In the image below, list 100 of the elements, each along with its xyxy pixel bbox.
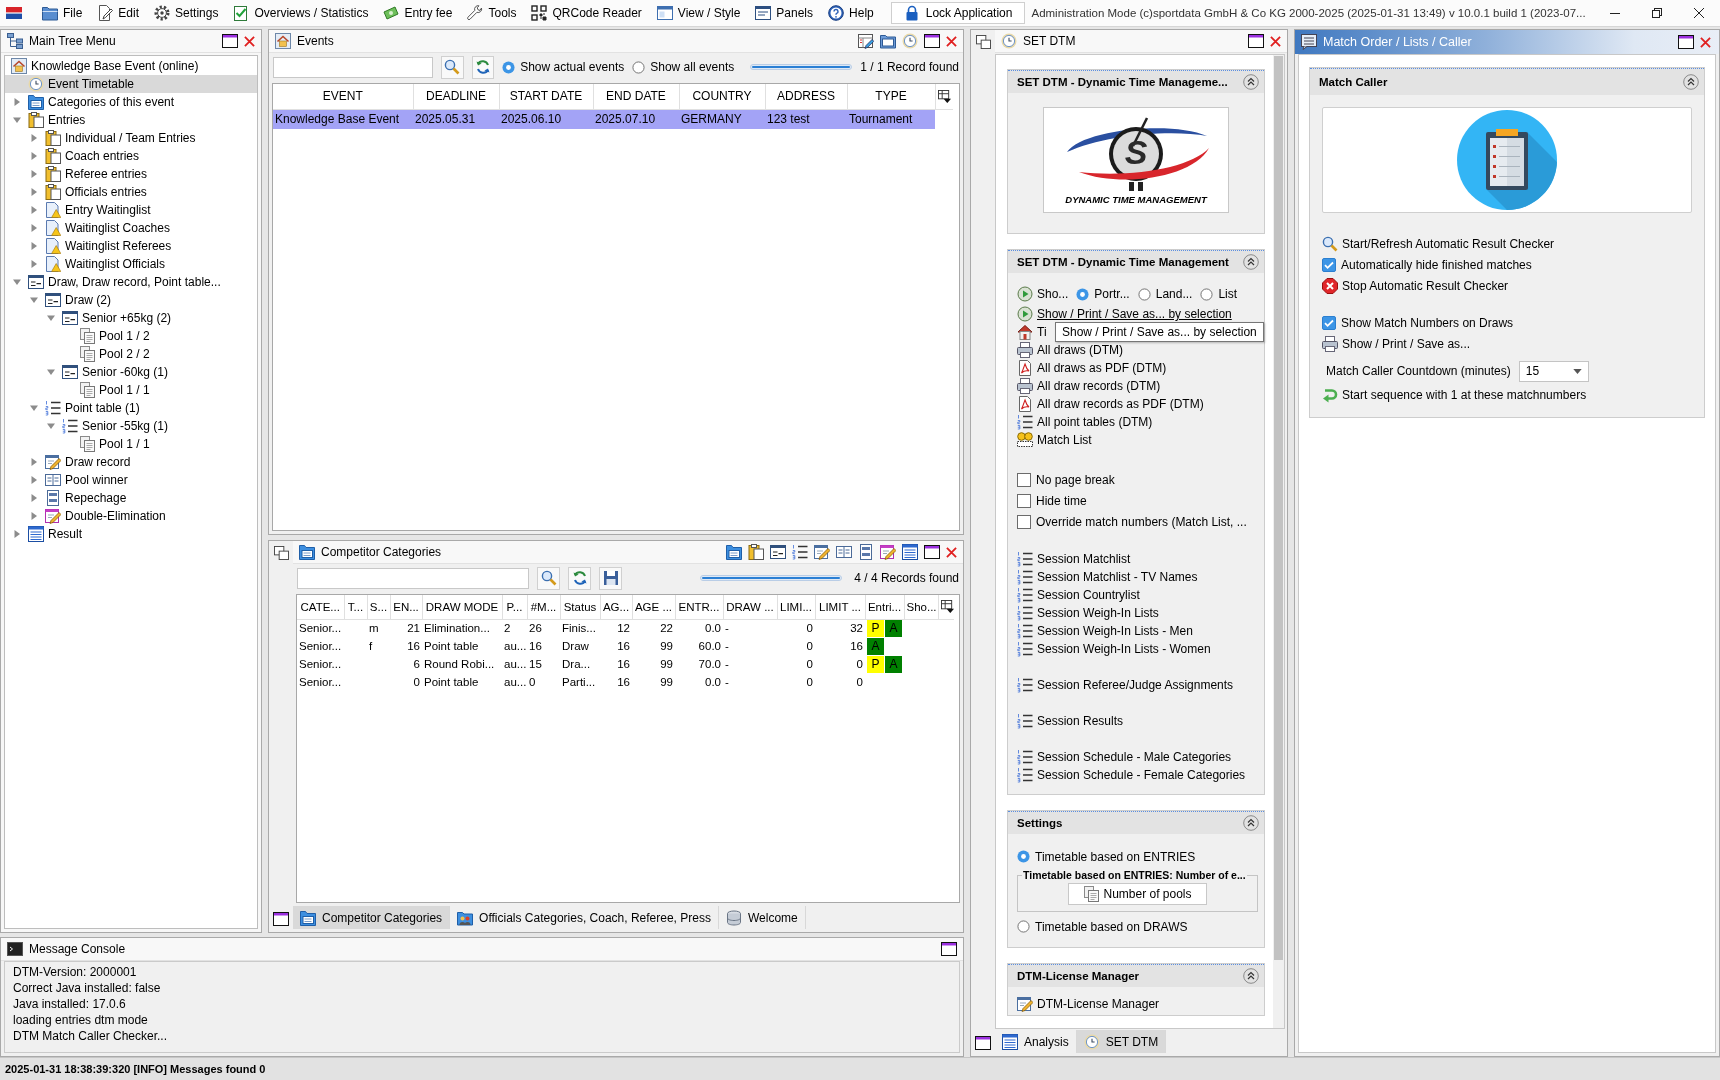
column-header[interactable]: CATE... xyxy=(297,595,344,619)
caret-right-icon[interactable] xyxy=(30,152,38,160)
show-button[interactable]: Sho... xyxy=(1017,286,1069,302)
column-header[interactable]: END DATE xyxy=(593,84,679,109)
folder-icon[interactable] xyxy=(726,544,742,560)
maximize-icon[interactable] xyxy=(924,34,940,48)
table-row[interactable]: Knowledge Base Event 2025.05.31 2025.06.10 2025.07.10 GERMANY 123 test Tournament xyxy=(273,109,953,129)
edit-table-icon[interactable] xyxy=(858,33,874,49)
column-header[interactable]: Sho... xyxy=(904,595,938,619)
tree-item[interactable]: Point table (1) xyxy=(5,399,257,417)
tab[interactable]: Welcome xyxy=(718,906,806,929)
menu-item[interactable]: File xyxy=(36,2,89,24)
table-row[interactable]: Senior... 6 Round Robi... au... 15 Dra... 16 99 70.0 - 0 0 P A xyxy=(297,655,954,673)
caret-right-icon[interactable] xyxy=(30,242,38,250)
tab[interactable]: Analysis xyxy=(995,1030,1077,1053)
number-of-pools-button[interactable]: Number of pools xyxy=(1068,883,1207,905)
column-header[interactable]: S... xyxy=(367,595,390,619)
caret-right-icon[interactable] xyxy=(30,224,38,232)
maximize-icon[interactable] xyxy=(222,34,238,48)
radio-button[interactable] xyxy=(1076,287,1090,301)
report-link[interactable]: All draws as PDF (DTM) xyxy=(1017,360,1167,376)
collapse-icon[interactable] xyxy=(1243,815,1259,831)
tree-item[interactable]: Waitinglist Referees xyxy=(5,237,257,255)
report-link[interactable]: Session Matchlist xyxy=(1017,551,1131,567)
checkbox[interactable] xyxy=(1322,315,1336,330)
column-header[interactable]: ADDRESS xyxy=(765,84,847,109)
tree-item[interactable]: Pool winner xyxy=(5,471,257,489)
table-row[interactable]: Senior... 0 Point table au... 0 Parti... 16 99 0.0 - 0 0 xyxy=(297,673,954,691)
collapse-icon[interactable] xyxy=(1243,74,1259,90)
report-link[interactable]: Session Schedule - Male Categories xyxy=(1017,749,1232,765)
tree-item[interactable]: Entries xyxy=(5,111,257,129)
report-link[interactable]: Show / Print / Save as... by selection xyxy=(1017,306,1232,322)
column-header[interactable]: DEADLINE xyxy=(413,84,499,109)
tab[interactable]: SET DTM xyxy=(1076,1030,1167,1053)
caret-right-icon[interactable] xyxy=(30,476,38,484)
column-chooser-icon[interactable] xyxy=(940,600,954,614)
caret-right-icon[interactable] xyxy=(13,98,21,106)
report-link[interactable]: All point tables (DTM) xyxy=(1017,414,1153,430)
tree-item[interactable]: Knowledge Base Event (online) xyxy=(5,57,257,75)
tree-item[interactable]: Pool 1 / 1 xyxy=(5,435,257,453)
maximize-icon[interactable] xyxy=(924,545,940,559)
column-header[interactable]: EN... xyxy=(390,595,422,619)
caret-right-icon[interactable] xyxy=(30,170,38,178)
report-link[interactable]: Match List xyxy=(1017,432,1092,448)
rows-icon[interactable] xyxy=(858,544,874,560)
tree-item[interactable]: Pool 2 / 2 xyxy=(5,345,257,363)
column-header[interactable]: ENTR... xyxy=(675,595,723,619)
maximize-icon[interactable] xyxy=(1678,35,1694,49)
action-link[interactable]: Show / Print / Save as... xyxy=(1322,335,1471,352)
lock-button[interactable]: Lock Application xyxy=(890,2,1026,24)
tree-item[interactable]: Categories of this event xyxy=(5,93,257,111)
column-header[interactable]: EVENT xyxy=(273,84,413,109)
radio-button[interactable] xyxy=(1200,287,1214,301)
menu-item[interactable]: Tools xyxy=(461,2,523,24)
table-row[interactable]: Senior... f 16 Point table au... 16 Draw 16 99 60.0 - 0 16 A xyxy=(297,637,954,655)
tree-item[interactable]: Draw record xyxy=(5,453,257,471)
report-link[interactable]: All draw records as PDF (DTM) xyxy=(1017,396,1204,412)
column-header[interactable]: #M... xyxy=(527,595,560,619)
column-header[interactable]: LIMI... xyxy=(777,595,815,619)
column-header[interactable]: DRAW MODE xyxy=(422,595,502,619)
tree-item[interactable]: Draw (2) xyxy=(5,291,257,309)
tree-item[interactable]: Draw, Draw record, Point table... xyxy=(5,273,257,291)
tree-item[interactable]: Referee entries xyxy=(5,165,257,183)
tree-item[interactable]: Repechage xyxy=(5,489,257,507)
maximize-icon[interactable] xyxy=(941,942,957,956)
maximize-icon[interactable] xyxy=(1248,34,1264,48)
scrollbar[interactable] xyxy=(1273,55,1284,1028)
tree-item[interactable]: Double-Elimination xyxy=(5,507,257,525)
column-header[interactable]: T... xyxy=(344,595,367,619)
save-button[interactable] xyxy=(599,566,622,590)
table-icon[interactable] xyxy=(902,544,918,560)
restore-icon[interactable] xyxy=(273,546,289,560)
caret-right-icon[interactable] xyxy=(30,188,38,196)
caret-right-icon[interactable] xyxy=(30,134,38,142)
menu-item[interactable]: View / Style xyxy=(650,2,747,24)
checkbox[interactable] xyxy=(1017,472,1031,487)
tree-item[interactable]: Pool 1 / 2 xyxy=(5,327,257,345)
tree-item[interactable]: Individual / Team Entries xyxy=(5,129,257,147)
report-link[interactable]: Session Results xyxy=(1017,713,1124,729)
column-header[interactable]: AGE ... xyxy=(632,595,675,619)
caret-down-icon[interactable] xyxy=(30,296,38,304)
minimize-icon[interactable] xyxy=(1610,12,1620,14)
pencil-document-icon[interactable] xyxy=(880,544,896,560)
report-link[interactable]: Session Countrylist xyxy=(1017,587,1140,603)
radio-button[interactable] xyxy=(1017,850,1030,863)
column-header[interactable]: Status xyxy=(560,595,600,619)
refresh-button[interactable] xyxy=(471,55,495,79)
table-row[interactable]: Senior... m 21 Elimination... 2 26 Finis... 12 22 0.0 - 0 32 P A xyxy=(297,619,954,637)
checkbox[interactable] xyxy=(1017,514,1031,529)
maximize-icon[interactable] xyxy=(975,1036,991,1050)
column-header[interactable]: AG... xyxy=(600,595,632,619)
column-header[interactable]: P... xyxy=(502,595,527,619)
column-header[interactable]: LIMIT ... xyxy=(815,595,865,619)
tree-item[interactable]: Senior -60kg (1) xyxy=(5,363,257,381)
collapse-icon[interactable] xyxy=(1243,254,1259,270)
menu-item[interactable]: Settings xyxy=(148,2,225,24)
caret-right-icon[interactable] xyxy=(13,530,21,538)
search-field[interactable] xyxy=(273,56,433,78)
search-button[interactable] xyxy=(537,566,560,590)
column-chooser-icon[interactable] xyxy=(937,89,951,103)
